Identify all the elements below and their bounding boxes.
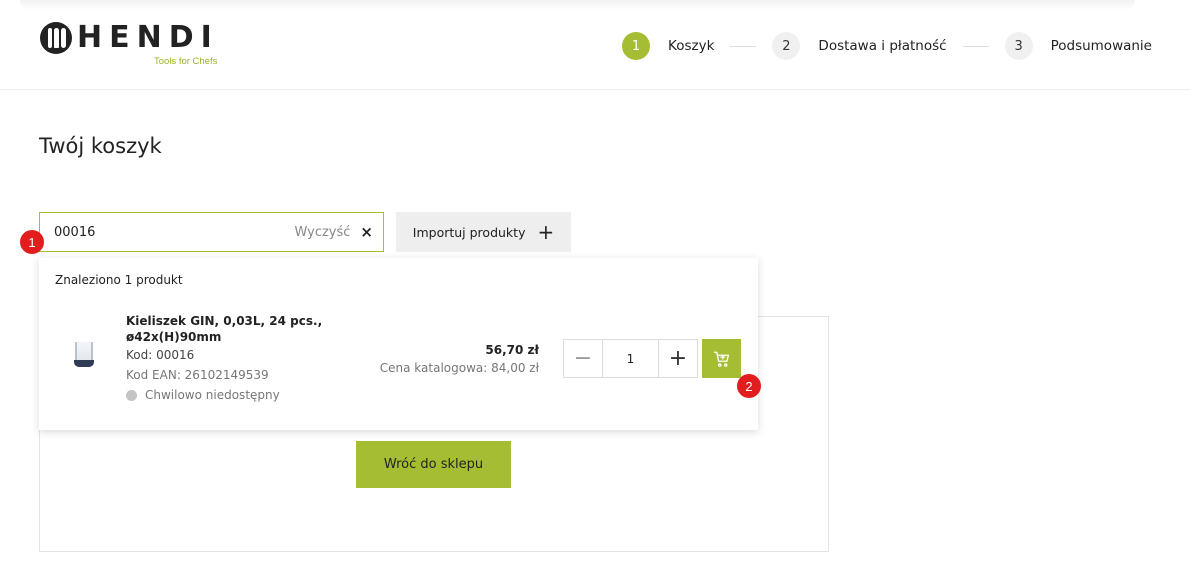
checkout-steps: 1 Koszyk 2 Dostawa i płatność 3 Podsumow…: [622, 32, 1152, 60]
back-to-shop-button[interactable]: Wróć do sklepu: [356, 441, 511, 488]
plus-icon: +: [537, 220, 555, 244]
logo-wordmark: HENDI: [77, 20, 219, 55]
step-separator: [962, 45, 989, 47]
close-icon: ×: [360, 223, 373, 241]
cutlery-logo-icon: [40, 22, 72, 54]
product-ean: Kod EAN: 26102149539: [126, 368, 269, 382]
step-label: Koszyk: [668, 38, 715, 54]
step-label: Dostawa i płatność: [818, 38, 947, 54]
top-header: HENDI Tools for Chefs 1 Koszyk 2 Dostawa…: [0, 0, 1190, 90]
product-price: 56,70 zł: [485, 343, 539, 357]
catalog-price: Cena katalogowa: 84,00 zł: [379, 361, 539, 375]
product-image[interactable]: [69, 338, 99, 372]
logo-tagline: Tools for Chefs: [154, 56, 218, 67]
quantity-stepper: − +: [563, 339, 698, 378]
clear-search-button[interactable]: Wyczyść ×: [295, 213, 373, 251]
annotation-badge-1: 1: [20, 230, 44, 254]
increase-quantity-button[interactable]: +: [659, 340, 697, 377]
decrease-quantity-button[interactable]: −: [564, 340, 602, 377]
step-number: 3: [1004, 32, 1033, 60]
step-summary[interactable]: 3 Podsumowanie: [1004, 32, 1152, 60]
search-results-dropdown: Znaleziono 1 produkt Kieliszek GIN, 0,03…: [39, 258, 758, 430]
step-separator: [730, 45, 757, 47]
status-dot-icon: [126, 389, 137, 401]
add-to-cart-button[interactable]: [702, 339, 741, 378]
product-name[interactable]: Kieliszek GIN, 0,03L, 24 pcs., ø42x(H)90…: [126, 313, 326, 345]
hendi-logo[interactable]: HENDI Tools for Chefs: [40, 20, 220, 72]
import-label: Importuj produkty: [412, 224, 526, 240]
cart-icon: [713, 351, 729, 367]
quantity-input[interactable]: [602, 340, 659, 377]
page-title: Twój koszyk: [39, 134, 162, 158]
import-products-button[interactable]: Importuj produkty +: [396, 212, 571, 252]
clear-label: Wyczyść: [294, 224, 351, 240]
header-shadow: [20, 0, 1135, 10]
availability-status: Chwilowo niedostępny: [126, 388, 280, 402]
annotation-badge-2: 2: [737, 374, 761, 398]
step-label: Podsumowanie: [1050, 38, 1152, 54]
availability-label: Chwilowo niedostępny: [145, 388, 280, 402]
search-input[interactable]: [54, 213, 274, 251]
step-delivery-payment[interactable]: 2 Dostawa i płatność: [772, 32, 947, 60]
product-code: Kod: 00016: [126, 348, 195, 362]
step-cart[interactable]: 1 Koszyk: [622, 32, 714, 60]
step-number: 1: [622, 32, 651, 60]
results-count: Znaleziono 1 produkt: [55, 273, 183, 287]
step-number: 2: [772, 32, 801, 60]
product-search-box: Wyczyść ×: [39, 212, 384, 252]
